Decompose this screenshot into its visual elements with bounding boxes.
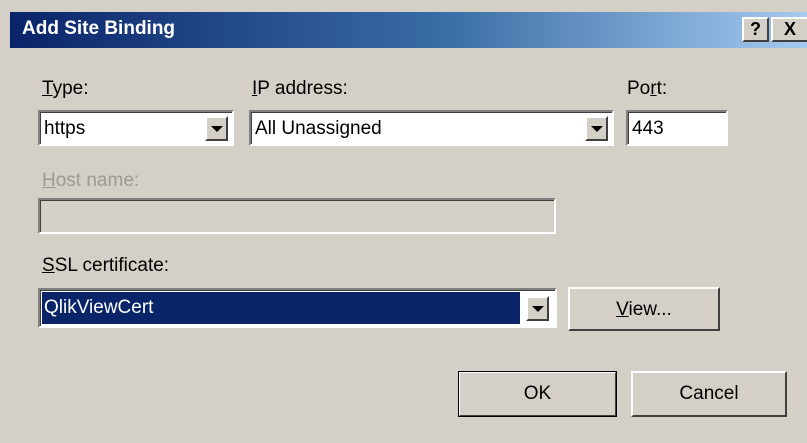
ok-button[interactable]: OK xyxy=(458,371,617,417)
dropdown-arrow-icon xyxy=(591,126,603,132)
host-name-label: Host name: xyxy=(42,170,140,191)
ssl-certificate-dropdown-button[interactable] xyxy=(526,296,549,321)
host-name-input[interactable] xyxy=(38,198,556,234)
add-site-binding-dialog: Add Site Binding ? X Type: https IP addr… xyxy=(0,0,807,443)
help-icon: ? xyxy=(750,19,761,39)
view-button[interactable]: View... xyxy=(568,287,720,331)
port-input[interactable]: 443 xyxy=(626,110,728,146)
type-dropdown-button[interactable] xyxy=(205,116,228,141)
cancel-button[interactable]: Cancel xyxy=(631,371,787,417)
port-input-value: 443 xyxy=(632,118,664,139)
close-icon: X xyxy=(783,19,796,39)
ssl-certificate-selected-value: QlikViewCert xyxy=(42,292,520,324)
title-bar: Add Site Binding ? X xyxy=(10,12,807,48)
dropdown-arrow-icon xyxy=(211,126,223,132)
ip-address-dropdown-button[interactable] xyxy=(585,116,608,141)
close-button[interactable]: X xyxy=(771,17,807,42)
type-select-value: https xyxy=(44,118,86,139)
ip-address-select-value: All Unassigned xyxy=(255,118,382,139)
port-label: Port: xyxy=(627,78,668,99)
dropdown-arrow-icon xyxy=(532,306,544,312)
help-button[interactable]: ? xyxy=(742,17,769,42)
ip-address-select[interactable]: All Unassigned xyxy=(249,110,614,146)
type-select[interactable]: https xyxy=(38,110,234,146)
ip-address-label: IP address: xyxy=(252,78,348,99)
dialog-title: Add Site Binding xyxy=(22,18,176,39)
type-label: Type: xyxy=(42,78,89,99)
ssl-certificate-select[interactable]: QlikViewCert xyxy=(38,288,557,328)
ssl-certificate-label: SSL certificate: xyxy=(42,255,170,276)
